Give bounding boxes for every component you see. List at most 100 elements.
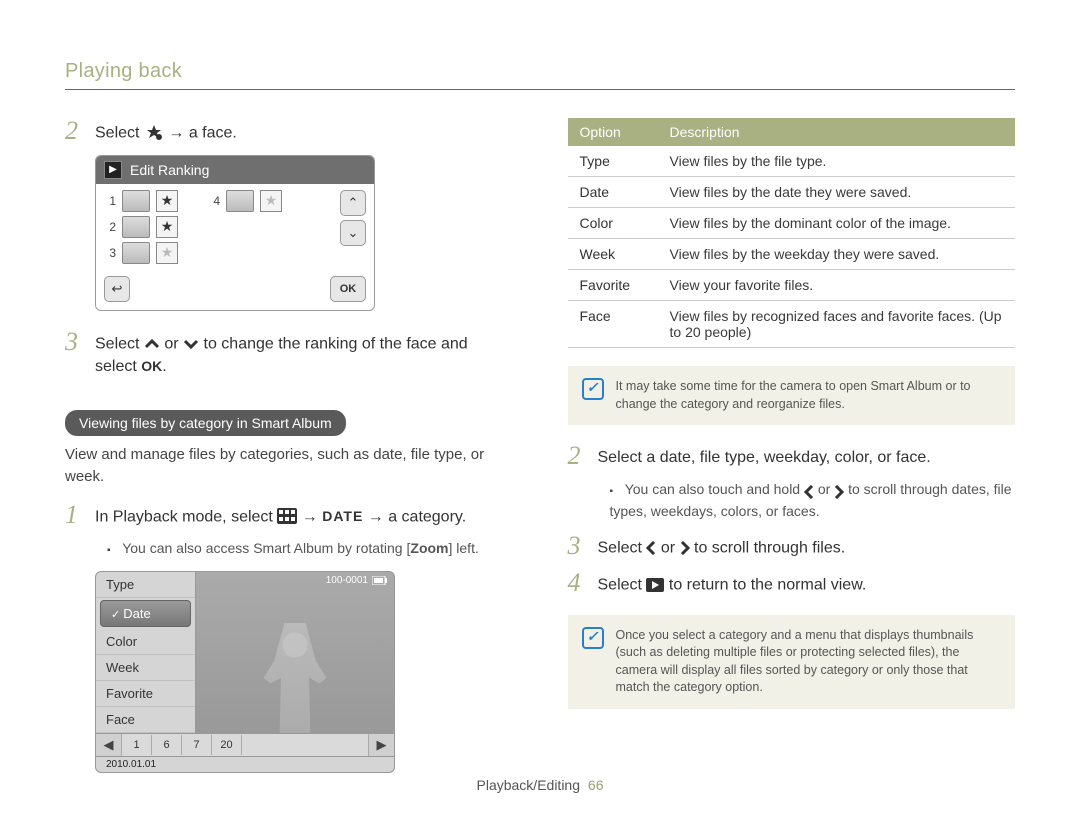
table-row: ColorView files by the dominant color of… xyxy=(568,208,1016,239)
edit-ranking-title: Edit Ranking xyxy=(130,162,209,178)
menu-item-week[interactable]: Week xyxy=(96,655,195,681)
note-box: ✓ It may take some time for the camera t… xyxy=(568,366,1016,425)
menu-item-type[interactable]: Type xyxy=(96,572,195,598)
step-3: 3 Select or to change the ranking of the… xyxy=(65,329,513,378)
step-4r: 4 Select to return to the normal view. xyxy=(568,570,1016,597)
text: ] left. xyxy=(449,540,479,556)
text: or xyxy=(164,335,183,352)
rank-number: 1 xyxy=(104,194,116,208)
page-num: 6 xyxy=(152,735,182,755)
text: . xyxy=(162,358,166,375)
right-column: Option Description TypeView files by the… xyxy=(568,118,1016,773)
opt-desc: View files by the dominant color of the … xyxy=(658,208,1016,239)
page-num: 7 xyxy=(182,735,212,755)
ok-icon: OK xyxy=(141,357,162,377)
text: → a face. xyxy=(168,124,236,141)
star-icon: ★ xyxy=(156,216,178,238)
face-thumbnail xyxy=(226,190,254,212)
edit-ranking-screenshot: ▶ Edit Ranking 1 ★ 4 ★ 2 xyxy=(95,155,375,311)
section-body: View and manage files by categories, suc… xyxy=(65,444,513,488)
table-row: DateView files by the date they were sav… xyxy=(568,177,1016,208)
page-bar: ◀ 1 6 7 20 ▶ xyxy=(96,733,394,756)
text: In Playback mode, select xyxy=(95,508,277,525)
step-text: Select or to change the ranking of the f… xyxy=(95,329,513,378)
footer-page-number: 66 xyxy=(588,777,604,793)
opt-desc: View your favorite files. xyxy=(658,270,1016,301)
step-number: 2 xyxy=(65,118,83,144)
step-number: 3 xyxy=(568,533,586,559)
battery-icon xyxy=(372,575,388,586)
back-button[interactable]: ↩ xyxy=(104,276,130,302)
opt-name: Face xyxy=(568,301,658,348)
step-number: 1 xyxy=(65,502,83,528)
text: Select xyxy=(598,540,647,557)
sub-bullet: You can also touch and hold or to scroll… xyxy=(610,479,1016,521)
left-column: 2 Select → a face. ▶ Edit Ranking 1 xyxy=(65,118,513,773)
footer-section: Playback/Editing xyxy=(477,777,581,793)
text: → xyxy=(302,508,322,525)
opt-name: Color xyxy=(568,208,658,239)
text: Select xyxy=(95,335,144,352)
options-table: Option Description TypeView files by the… xyxy=(568,118,1016,348)
note-text: It may take some time for the camera to … xyxy=(616,378,1002,413)
menu-item-face[interactable]: Face xyxy=(96,707,195,733)
page-num: 20 xyxy=(212,735,242,755)
face-thumbnail xyxy=(122,242,150,264)
preview-area: 100-0001 xyxy=(196,572,394,733)
step-text: Select or to scroll through files. xyxy=(598,533,846,560)
thumbnail-grid-icon xyxy=(277,506,297,528)
sub-bullet: You can also access Smart Album by rotat… xyxy=(107,538,513,559)
chevron-right-icon xyxy=(834,481,844,501)
note-box: ✓ Once you select a category and a menu … xyxy=(568,615,1016,709)
step-text: Select → a face. xyxy=(95,118,237,145)
next-page-button[interactable]: ▶ xyxy=(368,734,394,756)
chevron-right-icon xyxy=(680,537,690,559)
table-row: TypeView files by the file type. xyxy=(568,146,1016,177)
table-row: WeekView files by the weekday they were … xyxy=(568,239,1016,270)
star-icon: ★ xyxy=(156,190,178,212)
step-number: 2 xyxy=(568,443,586,469)
note-text: Once you select a category and a menu th… xyxy=(616,627,1002,697)
chevron-left-icon xyxy=(804,481,814,501)
step-1b: 1 In Playback mode, select → DATE → a ca… xyxy=(65,502,513,529)
menu-item-favorite[interactable]: Favorite xyxy=(96,681,195,707)
opt-name: Week xyxy=(568,239,658,270)
opt-desc: View files by the file type. xyxy=(658,146,1016,177)
menu-item-color[interactable]: Color xyxy=(96,629,195,655)
face-thumbnail xyxy=(122,190,150,212)
text: You can also touch and hold xyxy=(625,481,804,497)
text: to scroll through files. xyxy=(694,540,845,557)
person-silhouette xyxy=(260,623,330,733)
rank-row: 2 ★ xyxy=(104,216,334,238)
section-pill: Viewing files by category in Smart Album xyxy=(65,410,346,436)
info-icon: ✓ xyxy=(582,378,604,400)
rank-row: 1 ★ 4 ★ xyxy=(104,190,334,212)
table-row: FaceView files by recognized faces and f… xyxy=(568,301,1016,348)
text: or xyxy=(661,540,680,557)
rank-down-button[interactable]: ⌄ xyxy=(340,220,366,246)
opt-desc: View files by the weekday they were save… xyxy=(658,239,1016,270)
prev-page-button[interactable]: ◀ xyxy=(96,734,122,756)
opt-desc: View files by recognized faces and favor… xyxy=(658,301,1016,348)
date-icon: DATE xyxy=(322,507,363,527)
text: → a category. xyxy=(368,508,466,525)
rank-up-button[interactable]: ⌃ xyxy=(340,190,366,216)
ok-button[interactable]: OK xyxy=(330,276,366,302)
step-3r: 3 Select or to scroll through files. xyxy=(568,533,1016,560)
table-header-option: Option xyxy=(568,118,658,146)
rank-number: 4 xyxy=(208,194,220,208)
zoom-label: Zoom xyxy=(410,540,448,556)
page-num: 1 xyxy=(122,735,152,755)
menu-item-date[interactable]: Date xyxy=(100,600,191,627)
chevron-down-icon xyxy=(183,333,199,355)
step-text: Select to return to the normal view. xyxy=(598,570,867,597)
star-icon: ★ xyxy=(260,190,282,212)
opt-name: Type xyxy=(568,146,658,177)
text: You can also access Smart Album by rotat… xyxy=(122,540,410,556)
step-number: 4 xyxy=(568,570,586,596)
page-header-title: Playing back xyxy=(65,60,1015,83)
text: or xyxy=(818,481,834,497)
chevron-up-icon xyxy=(144,333,160,355)
file-number: 100-0001 xyxy=(326,575,368,586)
opt-name: Favorite xyxy=(568,270,658,301)
